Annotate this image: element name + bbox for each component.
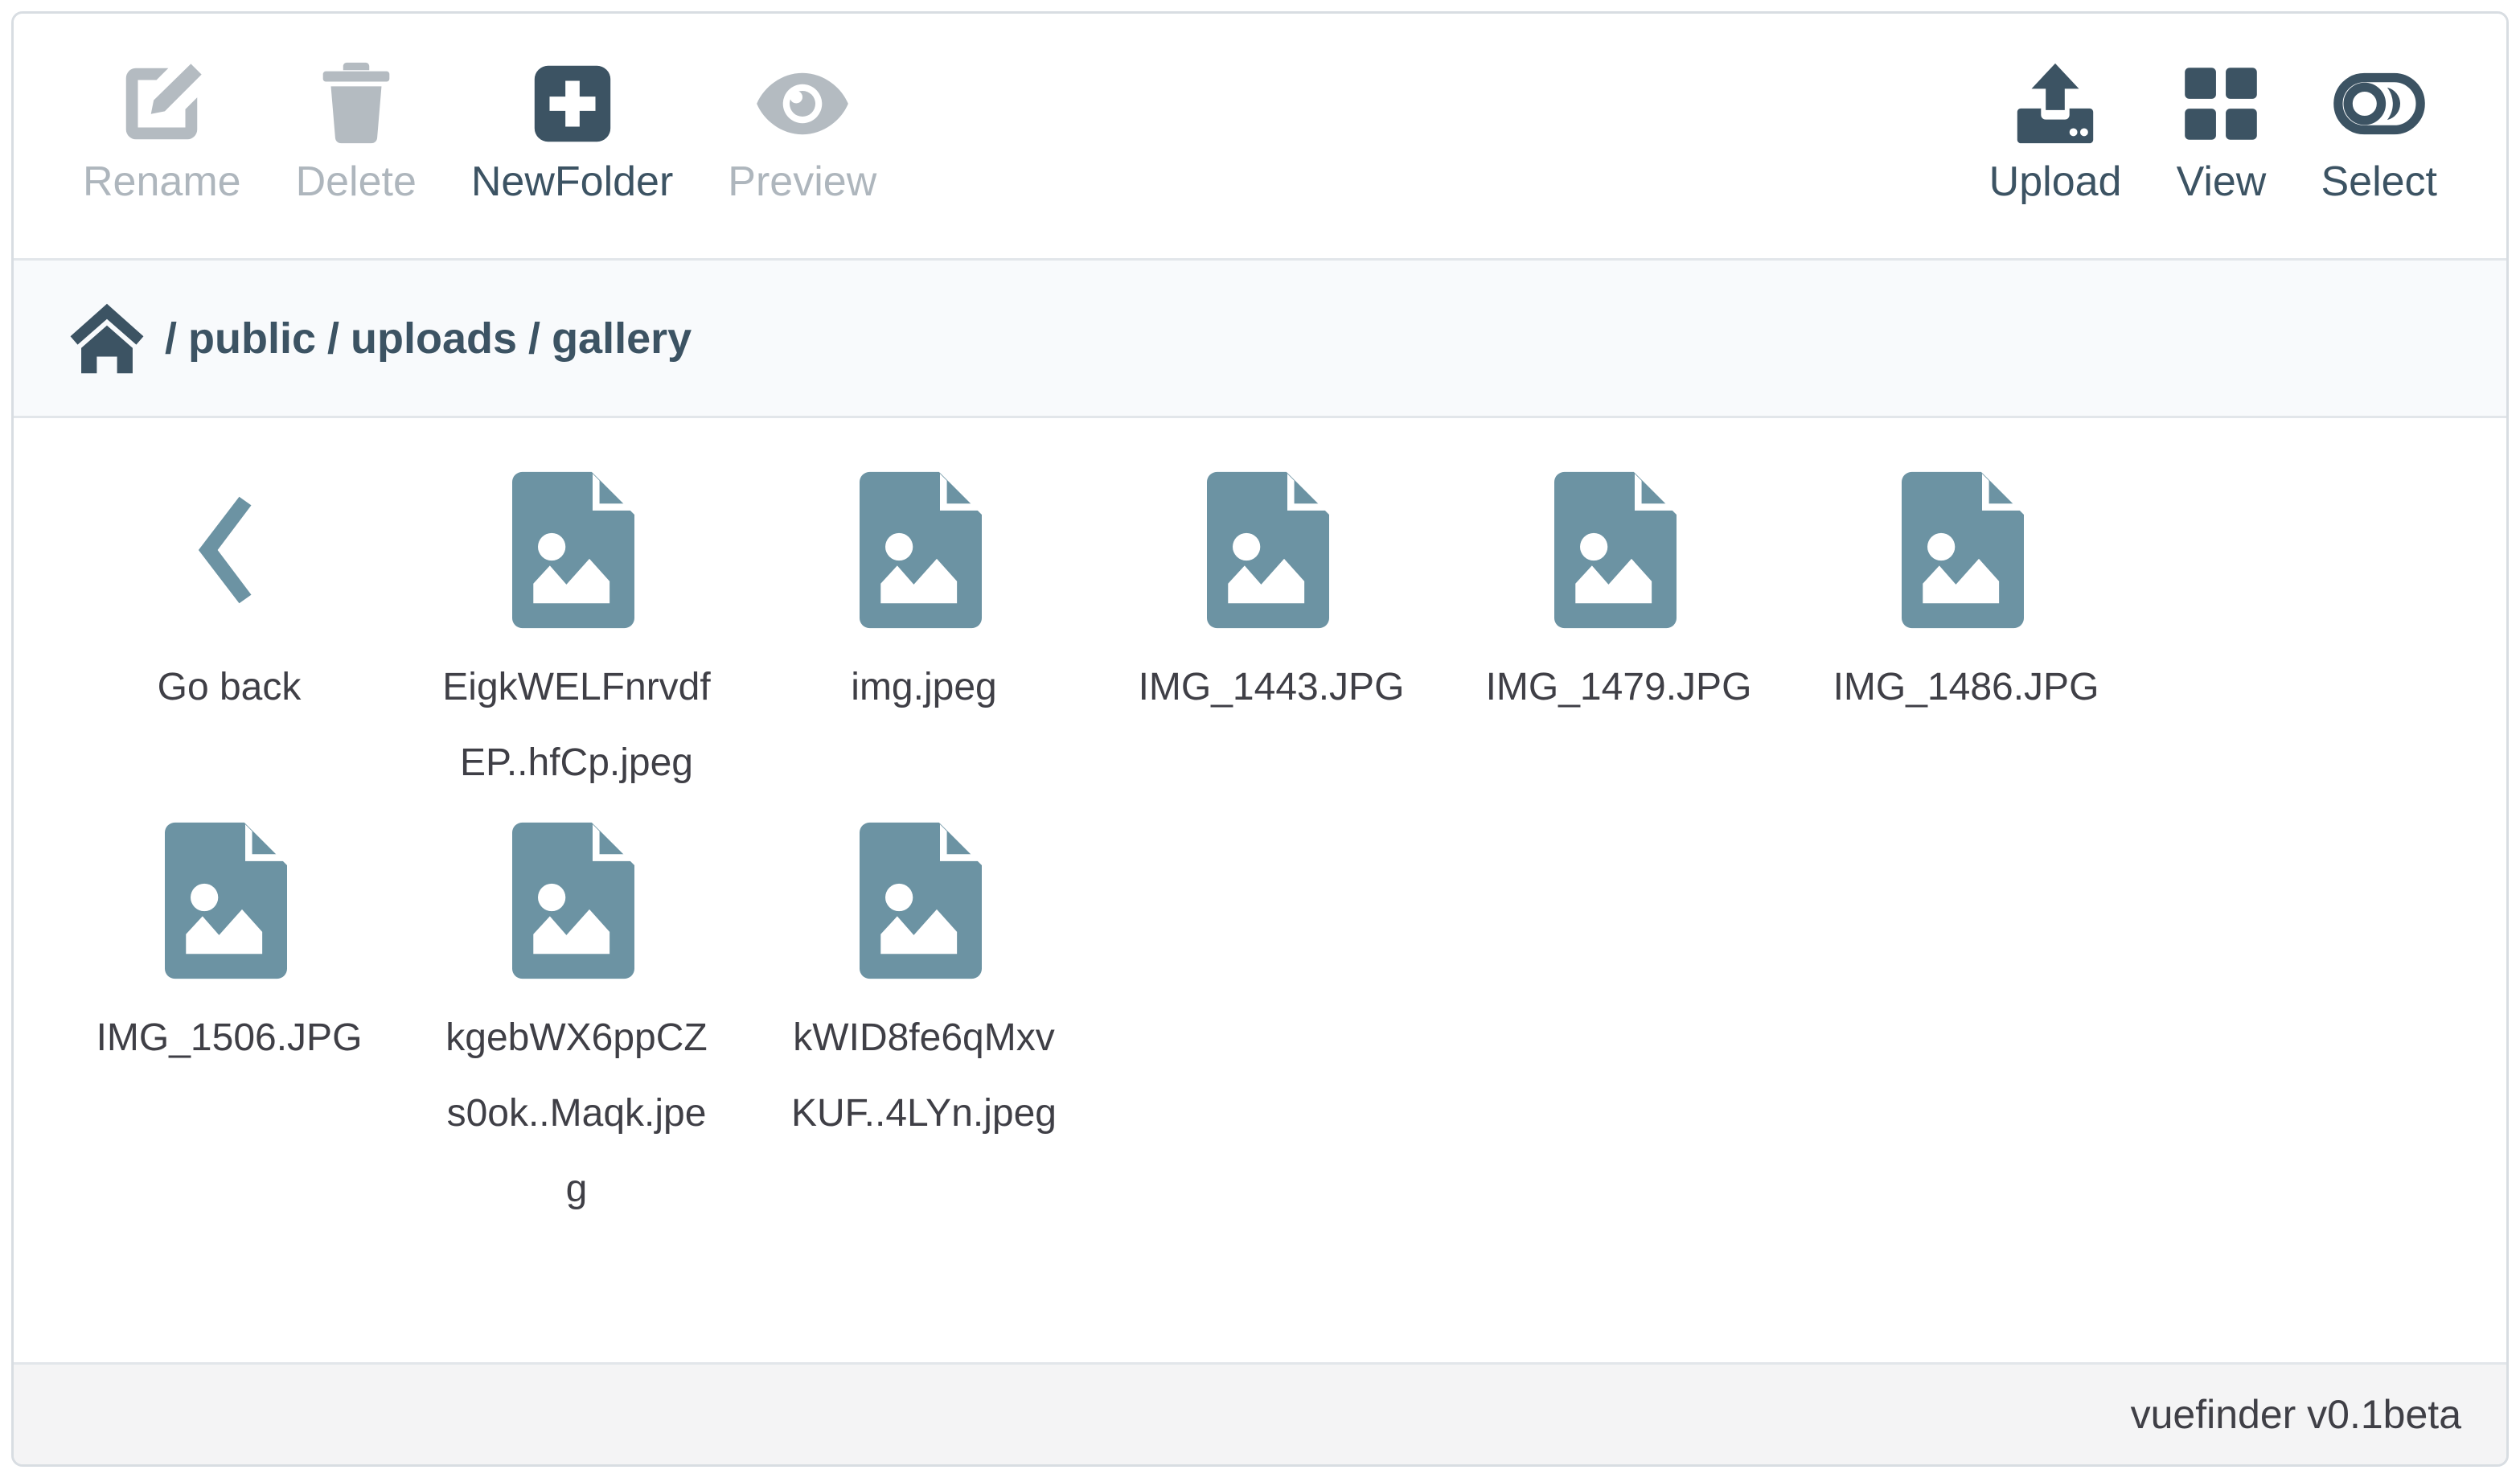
toolbar-right-group: Upload View Select xyxy=(1962,55,2465,207)
go-back-label: Go back xyxy=(157,666,302,708)
file-item[interactable]: img.jpeg xyxy=(750,450,1098,801)
rename-icon xyxy=(114,55,209,152)
file-name: IMG_1486.JPG xyxy=(1833,666,2099,708)
file-name: kgebWX6ppCZs0ok..Maqk.jpeg xyxy=(445,1016,708,1210)
image-file-icon xyxy=(1207,470,1336,630)
home-icon[interactable] xyxy=(64,295,150,382)
file-name: EigkWELFnrvdfEP..hfCp.jpeg xyxy=(442,666,711,784)
status-bar: vuefinder v0.1beta xyxy=(14,1362,2506,1464)
breadcrumb-item-gallery[interactable]: gallery xyxy=(552,314,692,363)
delete-button[interactable]: Delete xyxy=(269,55,444,207)
version-label: vuefinder v0.1beta xyxy=(2130,1392,2461,1437)
rename-label: Rename xyxy=(83,158,241,205)
file-item[interactable]: kgebWX6ppCZs0ok..Maqk.jpeg xyxy=(403,801,750,1227)
new-folder-label: NewFolder xyxy=(470,158,674,205)
chevron-left-icon xyxy=(169,470,289,630)
file-item[interactable]: kWID8fe6qMxvKUF..4LYn.jpeg xyxy=(750,801,1098,1227)
plus-square-icon xyxy=(525,55,620,152)
file-item[interactable]: IMG_1506.JPG xyxy=(55,801,403,1227)
file-name: kWID8fe6qMxvKUF..4LYn.jpeg xyxy=(791,1016,1057,1135)
toggle-on-icon xyxy=(2332,55,2427,152)
rename-button[interactable]: Rename xyxy=(55,55,269,207)
image-file-icon xyxy=(165,820,293,981)
file-grid: Go back EigkWELFnrvdfEP..hfCp.jpeg img.j… xyxy=(55,450,2465,1227)
preview-button[interactable]: Preview xyxy=(700,55,904,207)
file-name: img.jpeg xyxy=(851,666,997,708)
image-file-icon xyxy=(512,470,641,630)
grid-icon xyxy=(2176,55,2266,152)
file-item[interactable]: IMG_1443.JPG xyxy=(1098,450,1445,801)
preview-label: Preview xyxy=(728,158,877,205)
file-name: IMG_1506.JPG xyxy=(96,1016,363,1059)
breadcrumb-item-public[interactable]: public xyxy=(188,314,316,363)
view-button[interactable]: View xyxy=(2149,55,2293,207)
breadcrumb-separator-1: / xyxy=(327,314,340,363)
image-file-icon xyxy=(1902,470,2030,630)
breadcrumb-item-uploads[interactable]: uploads xyxy=(351,314,517,363)
go-back-item[interactable]: Go back xyxy=(55,450,403,801)
trash-icon xyxy=(309,55,404,152)
new-folder-button[interactable]: NewFolder xyxy=(444,55,700,207)
image-file-icon xyxy=(860,470,988,630)
select-label: Select xyxy=(2321,158,2437,205)
toolbar-left-group: Rename Delete NewFolder Preview xyxy=(55,55,904,207)
delete-label: Delete xyxy=(295,158,417,205)
upload-label: Upload xyxy=(1989,158,2122,205)
breadcrumb-separator-2: / xyxy=(528,314,541,363)
image-file-icon xyxy=(512,820,641,981)
view-label: View xyxy=(2176,158,2267,205)
breadcrumb-separator-0: / xyxy=(165,314,178,363)
file-name: IMG_1443.JPG xyxy=(1138,666,1405,708)
eye-icon xyxy=(753,55,852,152)
file-name: IMG_1479.JPG xyxy=(1485,666,1752,708)
file-item[interactable]: IMG_1486.JPG xyxy=(1792,450,2140,801)
image-file-icon xyxy=(1554,470,1683,630)
file-manager-panel: Rename Delete NewFolder Preview Upload V… xyxy=(11,11,2509,1467)
vuefinder-app: Rename Delete NewFolder Preview Upload V… xyxy=(0,0,2520,1478)
upload-icon xyxy=(2008,55,2103,152)
image-file-icon xyxy=(860,820,988,981)
breadcrumb: / public / uploads / gallery xyxy=(14,261,2506,418)
file-item[interactable]: IMG_1479.JPG xyxy=(1445,450,1792,801)
select-button[interactable]: Select xyxy=(2293,55,2465,207)
file-list-area: Go back EigkWELFnrvdfEP..hfCp.jpeg img.j… xyxy=(14,418,2506,1362)
breadcrumb-path: / public / uploads / gallery xyxy=(154,314,692,363)
toolbar: Rename Delete NewFolder Preview Upload V… xyxy=(14,14,2506,261)
file-item[interactable]: EigkWELFnrvdfEP..hfCp.jpeg xyxy=(403,450,750,801)
upload-button[interactable]: Upload xyxy=(1962,55,2149,207)
